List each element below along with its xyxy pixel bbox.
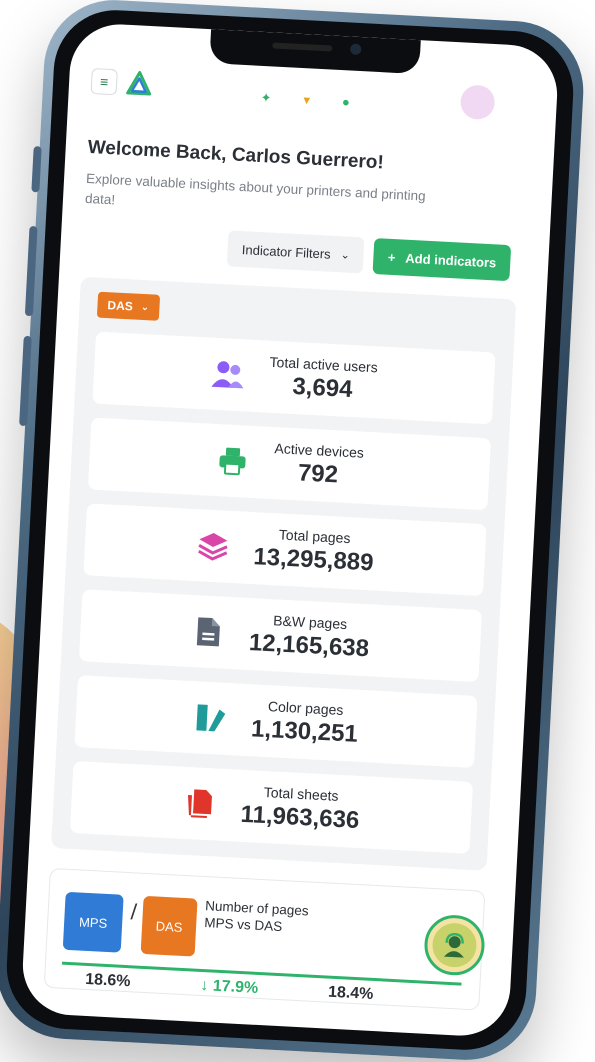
add-indicators-label: Add indicators bbox=[405, 250, 497, 270]
indicator-card-bw-pages: B&W pages 12,165,638 bbox=[78, 589, 483, 683]
nav-icon-3[interactable]: ● bbox=[341, 94, 351, 110]
mps-tile: MPS bbox=[62, 891, 124, 953]
filter-bar: Indicator Filters ⌄ + Add indicators bbox=[82, 223, 527, 282]
notch-camera bbox=[349, 43, 362, 56]
headset-support-icon bbox=[431, 922, 478, 969]
card-value: 11,963,636 bbox=[239, 800, 360, 835]
card-label: Active devices bbox=[274, 440, 365, 461]
card-value: 792 bbox=[297, 459, 339, 489]
triangle-logo-icon[interactable] bbox=[124, 69, 153, 98]
nav-icon-2[interactable]: ▾ bbox=[303, 92, 310, 108]
comparison-value: 18.4% bbox=[327, 983, 374, 1003]
top-bar: ≡ ✦ ▾ ● bbox=[90, 59, 536, 126]
indicators-panel: DAS ⌄ Total active users 3,694 Active de… bbox=[51, 276, 517, 871]
avatar[interactable] bbox=[459, 84, 496, 121]
indicator-card-active-users: Total active users 3,694 bbox=[92, 331, 496, 425]
indicator-card-total-pages: Total pages 13,295,889 bbox=[83, 503, 487, 597]
document-icon bbox=[191, 614, 227, 650]
nav-icon-1[interactable]: ✦ bbox=[260, 90, 272, 107]
dashboard-app: ≡ ✦ ▾ ● Welcome Back, Carlos Guerrero! E… bbox=[20, 22, 559, 1038]
notch-speaker bbox=[272, 42, 333, 52]
das-label: DAS bbox=[155, 918, 183, 935]
indicator-card-total-sheets: Total sheets 11,963,636 bbox=[69, 760, 474, 854]
topbar-nav-icons: ✦ ▾ ● bbox=[260, 90, 350, 111]
mps-vs-das-card: MPS / DAS Number of pages MPS vs DAS 18.… bbox=[43, 867, 486, 1011]
layers-icon bbox=[195, 528, 231, 564]
phone-screen: ≡ ✦ ▾ ● Welcome Back, Carlos Guerrero! E… bbox=[20, 21, 560, 1039]
separator: / bbox=[130, 899, 138, 925]
color-pages-icon bbox=[193, 700, 229, 736]
comparison-title: Number of pages MPS vs DAS bbox=[203, 898, 310, 935]
indicator-filters-label: Indicator Filters bbox=[241, 241, 332, 262]
indicator-filters-dropdown[interactable]: Indicator Filters ⌄ bbox=[227, 230, 365, 274]
source-selector-dropdown[interactable]: DAS ⌄ bbox=[96, 291, 160, 321]
card-value: 13,295,889 bbox=[252, 543, 375, 577]
card-value: 12,165,638 bbox=[248, 629, 370, 663]
source-selector-label: DAS bbox=[107, 298, 134, 314]
comparison-value: 18.6% bbox=[84, 970, 131, 991]
chevron-down-icon: ⌄ bbox=[140, 301, 150, 313]
users-icon bbox=[210, 357, 246, 393]
card-label: Total sheets bbox=[263, 784, 339, 804]
indicator-card-color-pages: Color pages 1,130,251 bbox=[74, 675, 478, 768]
plus-icon: + bbox=[387, 249, 396, 265]
comparison-value: ↓ 17.9% bbox=[199, 976, 259, 997]
das-tile: DAS bbox=[140, 895, 198, 957]
card-value: 3,694 bbox=[291, 372, 354, 404]
hamburger-icon: ≡ bbox=[99, 73, 109, 90]
card-label: Total active users bbox=[269, 353, 379, 376]
hamburger-menu-button[interactable]: ≡ bbox=[90, 67, 118, 96]
welcome-subtitle: Explore valuable insights about your pri… bbox=[84, 170, 427, 208]
indicator-card-active-devices: Active devices 792 bbox=[87, 417, 492, 511]
add-indicators-button[interactable]: + Add indicators bbox=[372, 238, 512, 282]
card-value: 1,130,251 bbox=[250, 715, 359, 748]
card-label: B&W pages bbox=[272, 612, 348, 633]
card-label: Total pages bbox=[278, 526, 351, 547]
mps-label: MPS bbox=[78, 914, 108, 931]
card-label: Color pages bbox=[267, 698, 344, 719]
printer-icon bbox=[215, 443, 251, 479]
chevron-down-icon: ⌄ bbox=[340, 248, 351, 262]
sheets-icon bbox=[182, 786, 218, 822]
phone-mockup: ≡ ✦ ▾ ● Welcome Back, Carlos Guerrero! E… bbox=[0, 0, 587, 1062]
screenshot-stage: ≡ ✦ ▾ ● Welcome Back, Carlos Guerrero! E… bbox=[0, 0, 595, 1062]
